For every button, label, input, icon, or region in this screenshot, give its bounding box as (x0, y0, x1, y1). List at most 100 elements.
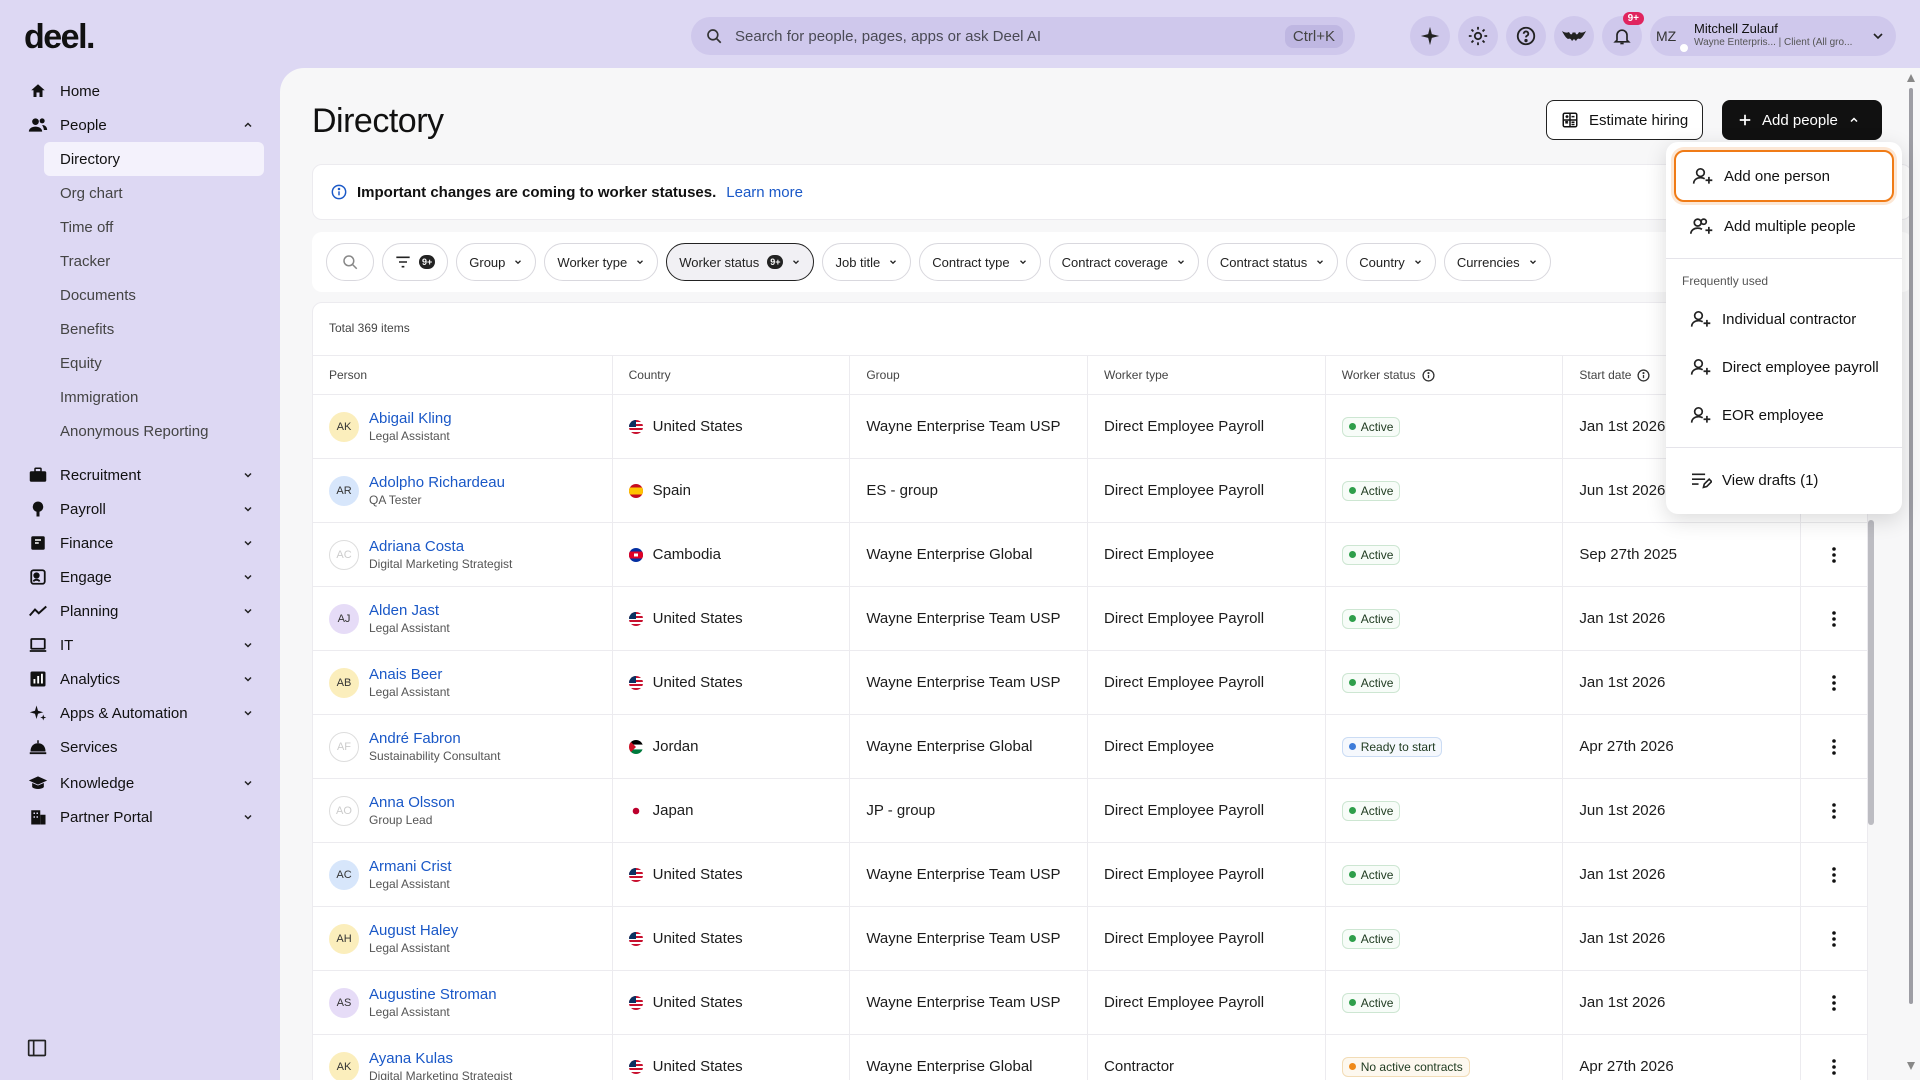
more-vertical-icon[interactable] (1824, 801, 1844, 821)
person-name-link[interactable]: Abigail Kling (369, 410, 452, 428)
person-name-link[interactable]: Adriana Costa (369, 538, 512, 556)
sidebar-item-analytics[interactable]: Analytics (0, 662, 280, 696)
more-vertical-icon[interactable] (1824, 545, 1844, 565)
person-name-link[interactable]: Anna Olsson (369, 794, 455, 812)
menu-item-add-multiple-people[interactable]: Add multiple people (1666, 202, 1902, 250)
deel-logo[interactable]: deel. (24, 18, 95, 57)
menu-item-eor-employee[interactable]: EOR employee (1666, 391, 1902, 439)
column-header-country[interactable]: Country (613, 356, 851, 394)
sparkle-icon (1420, 26, 1440, 46)
learn-more-link[interactable]: Learn more (726, 184, 803, 201)
filter-country[interactable]: Country (1346, 243, 1436, 281)
person-name-link[interactable]: Ayana Kulas (369, 1050, 512, 1068)
person-name-link[interactable]: Augustine Stroman (369, 986, 497, 1004)
more-vertical-icon[interactable] (1824, 1057, 1844, 1077)
sidebar-item-services[interactable]: Services (0, 730, 280, 764)
chevron-down-icon (244, 710, 252, 716)
org-logo-button[interactable] (1554, 16, 1594, 56)
chevron-down-icon (244, 780, 252, 786)
sidebar-sub-anonymous-reporting[interactable]: Anonymous Reporting (44, 414, 264, 448)
worker-type-cell: Direct Employee Payroll (1088, 843, 1326, 906)
table-row[interactable]: AK Ayana Kulas Digital Marketing Strategi… (313, 1035, 1867, 1080)
ai-sparkle-button[interactable] (1410, 16, 1450, 56)
user-menu[interactable]: MZ Mitchell Zulauf Wayne Enterpris... | … (1650, 16, 1896, 56)
more-vertical-icon[interactable] (1824, 993, 1844, 1013)
filter-label: Worker status (679, 254, 760, 270)
filter-group[interactable]: Group (456, 243, 537, 281)
all-filters-button[interactable]: 9+ (382, 243, 449, 281)
sidebar-sub-documents[interactable]: Documents (44, 278, 264, 312)
table-row[interactable]: AO Anna Olsson Group Lead Japan JP - grou… (313, 779, 1867, 843)
person-name-link[interactable]: Armani Crist (369, 858, 452, 876)
sidebar-item-planning[interactable]: Planning (0, 594, 280, 628)
estimate-hiring-button[interactable]: Estimate hiring (1546, 100, 1704, 140)
menu-item-direct-employee-payroll[interactable]: Direct employee payroll (1666, 343, 1902, 391)
sidebar-item-apps-automation[interactable]: Apps & Automation (0, 696, 280, 730)
filter-worker-type[interactable]: Worker type (544, 243, 659, 281)
notifications-button[interactable]: 9+ (1602, 12, 1644, 56)
worker-status-cell: Ready to start (1326, 715, 1564, 778)
sidebar-item-engage[interactable]: Engage (0, 560, 280, 594)
info-icon[interactable] (1421, 368, 1435, 382)
table-scrollbar[interactable] (1868, 520, 1874, 825)
table-search-button[interactable] (326, 243, 374, 281)
sidebar-sub-equity[interactable]: Equity (44, 346, 264, 380)
global-search[interactable]: Search for people, pages, apps or ask De… (691, 17, 1355, 55)
sidebar-sub-benefits[interactable]: Benefits (44, 312, 264, 346)
filter-worker-status[interactable]: Worker status 9+ (666, 243, 815, 281)
table-row[interactable]: AB Anais Beer Legal Assistant United Stat… (313, 651, 1867, 715)
filter-contract-type[interactable]: Contract type (919, 243, 1041, 281)
menu-item-add-one-person[interactable]: Add one person (1674, 150, 1894, 202)
sidebar-item-home[interactable]: Home (0, 74, 280, 108)
sidebar-item-payroll[interactable]: Payroll (0, 492, 280, 526)
person-name-link[interactable]: André Fabron (369, 730, 500, 748)
filter-currencies[interactable]: Currencies (1443, 243, 1551, 281)
sidebar-item-recruitment[interactable]: Recruitment (0, 458, 280, 492)
cambodia-flag-icon (628, 547, 643, 562)
help-button[interactable] (1506, 16, 1546, 56)
person-name-link[interactable]: August Haley (369, 922, 458, 940)
filter-contract-status[interactable]: Contract status (1206, 243, 1339, 281)
sidebar-sub-tracker[interactable]: Tracker (44, 244, 264, 278)
total-count: Total 369 items (329, 321, 410, 335)
settings-button[interactable] (1458, 16, 1498, 56)
table-row[interactable]: AF André Fabron Sustainability Consultant… (313, 715, 1867, 779)
more-vertical-icon[interactable] (1824, 673, 1844, 693)
info-icon[interactable] (1637, 368, 1651, 382)
more-vertical-icon[interactable] (1824, 609, 1844, 629)
sidebar-sub-time-off[interactable]: Time off (44, 210, 264, 244)
sidebar-item-finance[interactable]: Finance (0, 526, 280, 560)
table-row[interactable]: AR Adolpho Richardeau QA Tester Spain ES … (313, 459, 1867, 523)
sidebar-item-knowledge[interactable]: Knowledge (0, 766, 280, 800)
person-name-link[interactable]: Alden Jast (369, 602, 450, 620)
table-row[interactable]: AC Armani Crist Legal Assistant United St… (313, 843, 1867, 907)
sidebar-item-partner-portal[interactable]: Partner Portal (0, 800, 280, 834)
sidebar-sub-immigration[interactable]: Immigration (44, 380, 264, 414)
table-row[interactable]: AS Augustine Stroman Legal Assistant Unit… (313, 971, 1867, 1035)
more-vertical-icon[interactable] (1824, 929, 1844, 949)
table-row[interactable]: AJ Alden Jast Legal Assistant United Stat… (313, 587, 1867, 651)
sidebar-item-people[interactable]: People (0, 108, 280, 142)
sidebar-sub-directory[interactable]: Directory (44, 142, 264, 176)
column-header-person[interactable]: Person (313, 356, 613, 394)
sidebar-item-it[interactable]: IT (0, 628, 280, 662)
person-name-link[interactable]: Adolpho Richardeau (369, 474, 505, 492)
more-vertical-icon[interactable] (1824, 865, 1844, 885)
table-row[interactable]: AC Adriana Costa Digital Marketing Strate… (313, 523, 1867, 587)
chevron-down-icon (1414, 260, 1421, 265)
menu-item-individual-contractor[interactable]: Individual contractor (1666, 295, 1902, 343)
filter-contract-coverage[interactable]: Contract coverage (1048, 243, 1199, 281)
more-vertical-icon[interactable] (1824, 737, 1844, 757)
column-header-group[interactable]: Group (850, 356, 1089, 394)
sidebar-sub-org-chart[interactable]: Org chart (44, 176, 264, 210)
table-row[interactable]: AH August Haley Legal Assistant United St… (313, 907, 1867, 971)
menu-item-view-drafts[interactable]: View drafts (1) (1666, 456, 1902, 504)
table-row[interactable]: AK Abigail Kling Legal Assistant United S… (313, 395, 1867, 459)
filter-job-title[interactable]: Job title (822, 243, 912, 281)
page-scrollbar[interactable] (1906, 72, 1916, 1072)
add-people-button[interactable]: Add people (1722, 100, 1882, 140)
column-header-worker-status[interactable]: Worker status (1326, 356, 1564, 394)
column-header-worker-type[interactable]: Worker type (1088, 356, 1326, 394)
person-name-link[interactable]: Anais Beer (369, 666, 450, 684)
collapse-sidebar-button[interactable] (27, 1038, 47, 1058)
